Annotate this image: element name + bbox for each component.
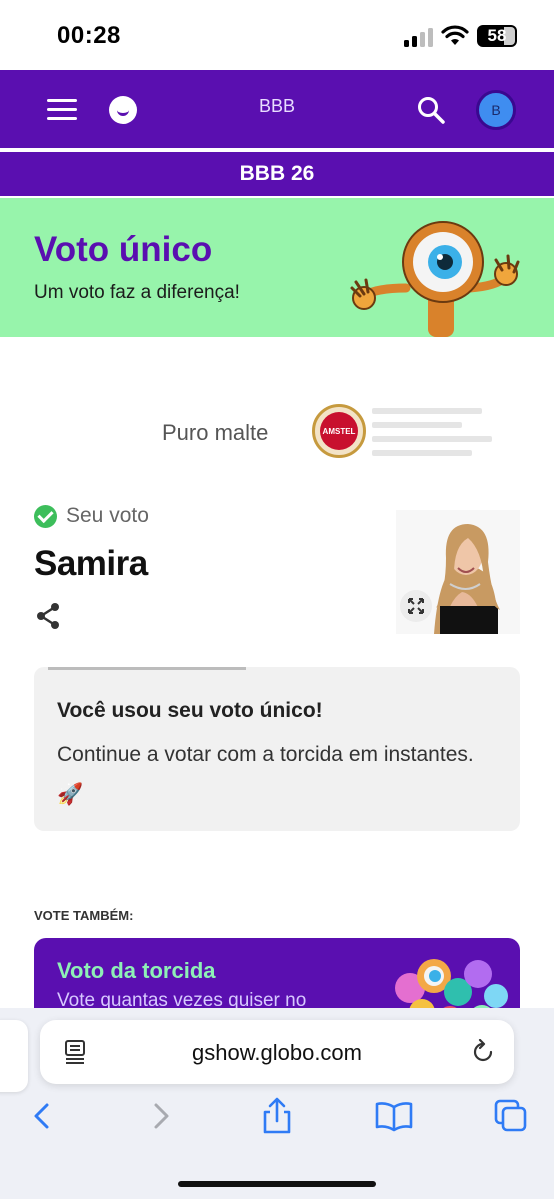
top-navigation: BBB B: [0, 70, 554, 148]
bookmarks-icon[interactable]: [374, 1096, 414, 1136]
wifi-icon: [441, 25, 469, 45]
banner-heading: Voto único: [34, 230, 213, 269]
user-avatar[interactable]: B: [476, 90, 516, 130]
search-icon[interactable]: [416, 95, 446, 125]
banner-subheading: Um voto faz a diferença!: [34, 282, 240, 303]
sponsor-logo[interactable]: AMSTEL: [312, 404, 366, 458]
check-icon: [34, 505, 57, 528]
home-indicator: [178, 1181, 376, 1187]
info-card: Você usou seu voto único! Continue a vot…: [34, 667, 520, 831]
previous-tab-preview[interactable]: [0, 1020, 28, 1092]
battery-icon: 58: [477, 25, 517, 47]
sponsor-tagline: Puro malte: [162, 420, 269, 445]
share-icon[interactable]: [35, 602, 61, 630]
candidate-name: Samira: [34, 544, 148, 583]
address-bar[interactable]: gshow.globo.com: [40, 1020, 514, 1084]
vote-label: Seu voto: [66, 504, 149, 527]
info-card-body: Continue a votar com a torcida em instan…: [57, 743, 474, 806]
status-time: 00:28: [57, 22, 121, 49]
big-brother-eye-mascot: [350, 221, 520, 337]
torcida-card-title: Voto da torcida: [57, 958, 216, 983]
share-sheet-icon[interactable]: [257, 1096, 297, 1136]
status-bar: 00:28 58: [0, 0, 554, 70]
browser-chrome: gshow.globo.com: [0, 1008, 554, 1199]
vote-banner: Voto único Um voto faz a diferença!: [0, 198, 554, 337]
tabs-icon[interactable]: [491, 1096, 531, 1136]
reload-icon[interactable]: [470, 1039, 496, 1065]
battery-level: 58: [487, 26, 507, 45]
vote-also-label: VOTE TAMBÉM:: [34, 908, 134, 923]
info-card-title: Você usou seu voto único!: [57, 699, 323, 722]
sponsor-logo-text: AMSTEL: [320, 412, 358, 450]
progress-bar: [48, 667, 246, 670]
program-title[interactable]: BBB 26: [0, 152, 554, 196]
expand-icon[interactable]: [400, 590, 432, 622]
url-text[interactable]: gshow.globo.com: [40, 1040, 514, 1066]
sponsor-decoration: [372, 400, 496, 472]
header-title: BBB: [258, 96, 296, 116]
cellular-signal-icon: [404, 27, 434, 47]
back-icon[interactable]: [22, 1096, 62, 1136]
forward-icon[interactable]: [141, 1096, 181, 1136]
